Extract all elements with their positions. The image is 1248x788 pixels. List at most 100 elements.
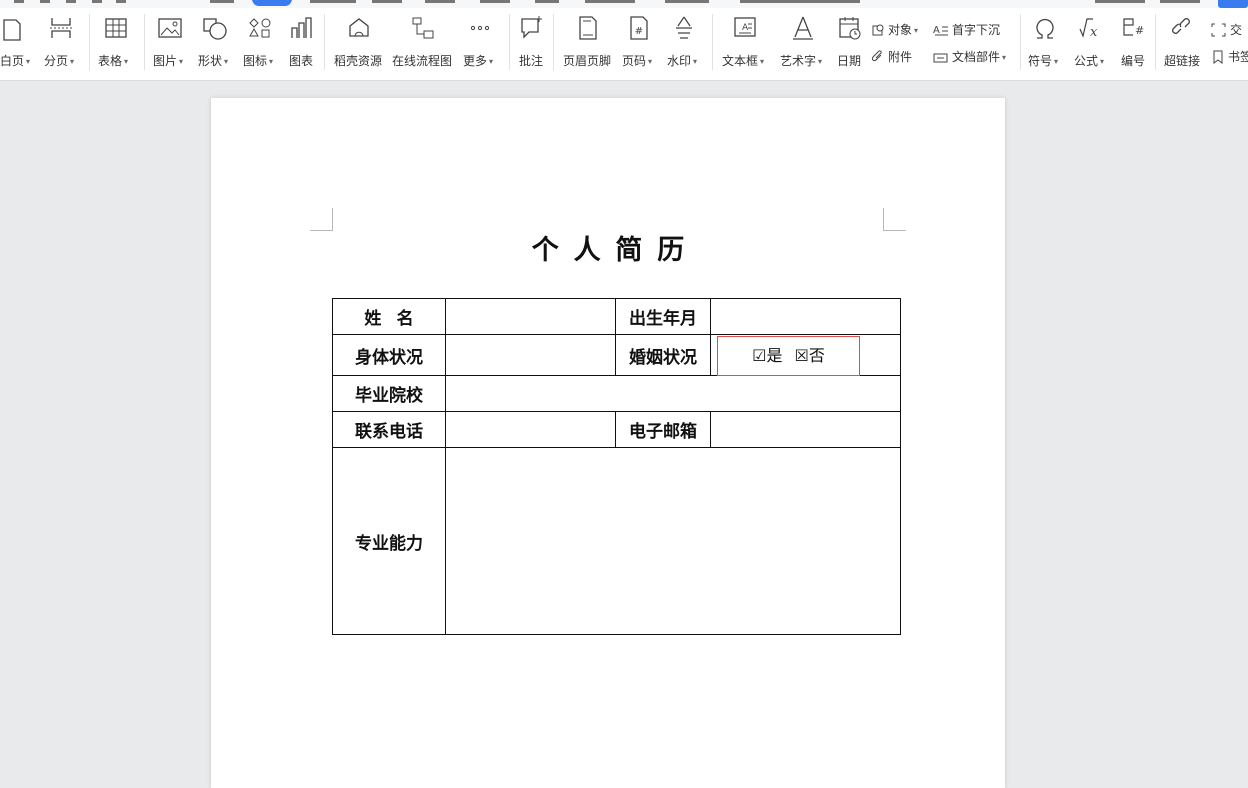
phone-label: 联系电话 <box>332 411 446 448</box>
marital-label: 婚姻状况 <box>615 334 711 376</box>
dropdown-caret-icon: ▾ <box>1002 53 1007 62</box>
table-row: 专业能力 <box>332 447 901 635</box>
wordart-icon <box>793 16 813 40</box>
tab-label-fragment <box>480 0 510 3</box>
page-number-label: 页码 <box>622 54 647 68</box>
ribbon-separator <box>553 14 554 70</box>
formula-icon: x <box>1079 18 1098 40</box>
ribbon-separator <box>1155 14 1156 70</box>
shell-resources-label: 稻壳资源 <box>334 54 383 68</box>
dropdown-caret-icon: ▾ <box>1054 57 1059 66</box>
object-button[interactable]: 对象 ▾ <box>871 21 918 38</box>
cross-reference-button[interactable]: 交 <box>1211 21 1242 38</box>
dropdown-caret-icon: ▾ <box>760 57 765 66</box>
dropdown-caret-icon: ▾ <box>179 57 184 66</box>
dropdown-caret-icon: ▾ <box>818 57 823 66</box>
quick-access-icon <box>66 0 76 3</box>
ribbon-separator <box>89 14 90 70</box>
tab-label-fragment <box>1095 0 1145 3</box>
birth-value-cell[interactable] <box>710 298 901 335</box>
name-label: 姓名 <box>332 298 446 335</box>
doc-parts-icon <box>933 53 948 63</box>
attachment-button[interactable]: 附件 <box>871 48 912 65</box>
birth-label: 出生年月 <box>615 298 711 335</box>
email-value-cell[interactable] <box>710 411 901 448</box>
ribbon-separator <box>144 14 145 70</box>
dropdown-caret-icon: ▾ <box>224 57 229 66</box>
more-label: 更多 <box>463 54 488 68</box>
picture-label: 图片 <box>153 54 178 68</box>
flowchart-icon <box>412 17 434 39</box>
quick-access-icon <box>40 0 50 3</box>
school-label: 毕业院校 <box>332 375 446 412</box>
drop-cap-button[interactable]: A 首字下沉 <box>933 21 1000 38</box>
tab-label-fragment <box>310 0 356 3</box>
wordart-label: 艺术字 <box>780 54 817 68</box>
numbering-icon: # <box>1123 18 1144 37</box>
quick-access-icon <box>92 0 102 3</box>
svg-text:#: # <box>1135 24 1144 37</box>
page-number-icon: # <box>630 16 648 40</box>
chart-label: 图表 <box>289 54 314 68</box>
watermark-label: 水印 <box>667 54 692 68</box>
marital-checkbox-group[interactable]: ☑是 ☒否 <box>717 336 860 376</box>
comment-icon <box>521 16 542 39</box>
name-value-cell[interactable] <box>445 298 616 335</box>
tab-label-fragment <box>425 0 455 3</box>
document-title[interactable]: 个人简历 <box>211 228 1005 267</box>
date-icon <box>839 17 861 40</box>
link-icon <box>1172 18 1190 34</box>
table-label: 表格 <box>98 54 123 68</box>
phone-value-cell[interactable] <box>445 411 616 448</box>
doc-parts-button[interactable]: 文档部件 ▾ <box>933 48 1006 65</box>
tab-label-fragment <box>665 0 709 3</box>
document-page[interactable]: 个人简历 姓名 出生年月 身体状况 婚姻状况 ☑是 ☒否 毕业院校 联系电话 电… <box>211 98 1005 788</box>
paperclip-icon <box>871 50 882 62</box>
comment-label: 批注 <box>519 54 544 68</box>
textbox-icon: A <box>734 17 756 37</box>
tab-label-fragment <box>372 0 402 3</box>
shell-resources-icon <box>349 18 369 37</box>
marital-yes-checkbox[interactable]: ☑是 <box>752 346 782 365</box>
watermark-icon <box>676 16 692 39</box>
table-row: 联系电话 电子邮箱 <box>332 411 901 448</box>
object-label: 对象 <box>888 23 913 37</box>
svg-text:#: # <box>635 26 643 37</box>
dropdown-caret-icon: ▾ <box>693 57 698 66</box>
quick-access-icon <box>116 0 126 3</box>
table-row: 姓名 出生年月 <box>332 298 901 335</box>
health-value-cell[interactable] <box>445 334 616 376</box>
bookmark-icon <box>1213 50 1223 64</box>
attachment-label: 附件 <box>888 50 913 64</box>
drop-cap-icon: A <box>933 25 948 36</box>
health-label: 身体状况 <box>332 334 446 376</box>
marital-value-cell[interactable]: ☑是 ☒否 <box>710 334 901 376</box>
tab-label-fragment <box>740 0 860 3</box>
school-value-cell[interactable] <box>445 375 901 412</box>
bookmark-button[interactable]: 书签 <box>1211 48 1248 65</box>
tab-label-fragment <box>585 0 635 3</box>
quick-access-icon <box>14 0 24 3</box>
numbering-label: 编号 <box>1121 54 1146 68</box>
dropdown-caret-icon: ▾ <box>26 57 31 66</box>
dropdown-caret-icon: ▾ <box>489 57 494 66</box>
header-footer-label: 页眉页脚 <box>563 54 612 68</box>
dropdown-caret-icon: ▾ <box>914 26 919 35</box>
blank-page-icon <box>3 19 21 41</box>
bookmark-label: 书签 <box>1228 50 1248 64</box>
symbol-label: 符号 <box>1028 54 1053 68</box>
tab-label-fragment <box>210 0 234 3</box>
textbox-label: 文本框 <box>722 54 759 68</box>
more-icon <box>470 25 490 31</box>
active-tab-insert[interactable] <box>252 0 292 6</box>
marital-no-checkbox[interactable]: ☒否 <box>795 346 825 365</box>
insert-ribbon: 白页 ▾ 分页 ▾ 表格 ▾ 图片 ▾ 形状 ▾ 图标 ▾ 图表 稻壳资源 在线流程图 <box>0 8 1248 81</box>
skills-value-cell[interactable] <box>445 447 901 635</box>
page-break-icon <box>50 18 72 38</box>
svg-text:x: x <box>1090 25 1098 40</box>
ribbon-separator <box>509 14 510 70</box>
flowchart-label: 在线流程图 <box>392 54 453 68</box>
skills-label: 专业能力 <box>332 447 446 635</box>
icons-label: 图标 <box>243 54 268 68</box>
share-button[interactable] <box>1218 0 1248 8</box>
